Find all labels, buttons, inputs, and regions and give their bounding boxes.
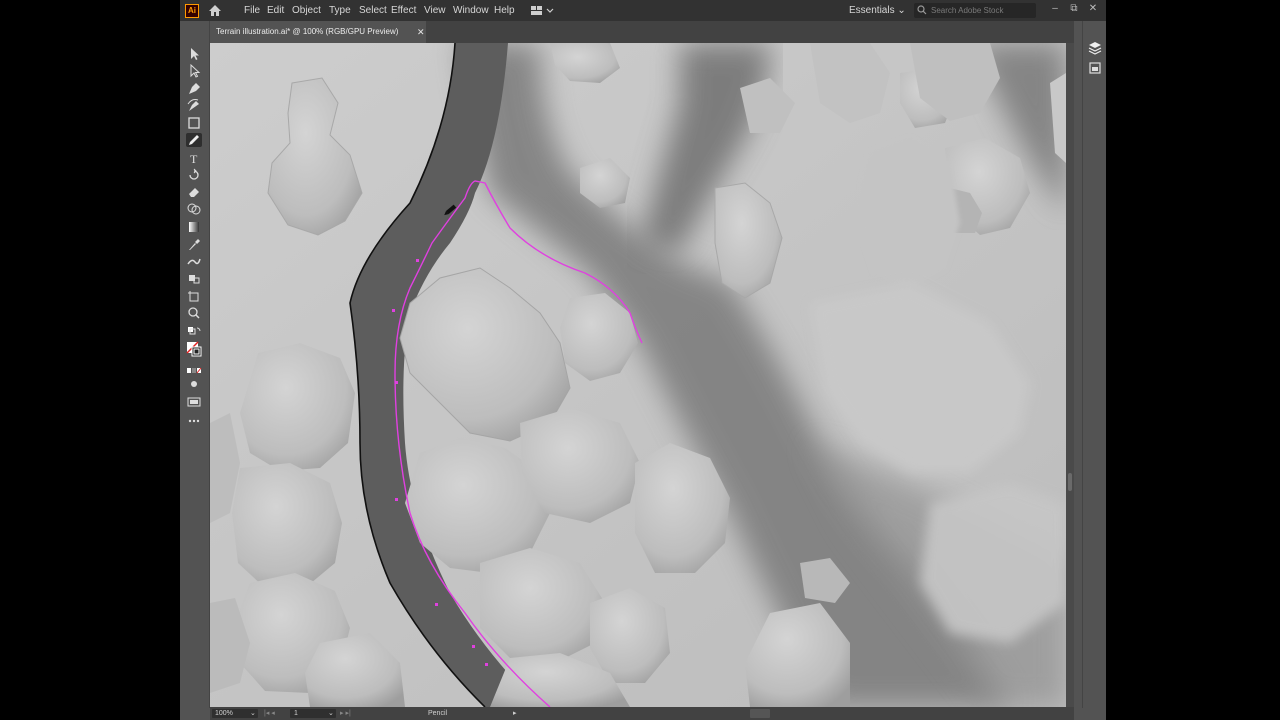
layers-icon[interactable]	[1088, 41, 1102, 55]
terrain-artwork	[210, 43, 1066, 707]
type-icon: T	[190, 152, 198, 165]
eraser-tool[interactable]	[186, 185, 202, 199]
document-tab-bar: Terrain illustration.ai* @ 100% (RGB/GPU…	[212, 21, 1074, 43]
workspace-label: Essentials	[849, 5, 895, 16]
pen-icon	[189, 83, 200, 94]
more-tools-icon[interactable]	[186, 417, 202, 425]
search-placeholder: Search Adobe Stock	[931, 6, 1004, 15]
minimize-button[interactable]: –	[1048, 2, 1062, 16]
puppet-warp-tool[interactable]	[186, 254, 202, 268]
fill-stroke-swatch[interactable]	[186, 341, 202, 359]
shape-builder-icon	[187, 203, 201, 215]
direct-selection-tool[interactable]	[186, 64, 202, 78]
color-mode-icon[interactable]	[186, 366, 202, 375]
artboard-icon	[188, 291, 199, 302]
document-tab-title: Terrain illustration.ai* @ 100% (RGB/GPU…	[216, 27, 399, 36]
artboard-number: 1	[294, 710, 298, 717]
libraries-icon[interactable]	[1088, 61, 1102, 75]
rotate-tool[interactable]	[186, 168, 202, 182]
curvature-tool[interactable]	[186, 98, 202, 112]
search-icon	[917, 5, 927, 15]
artboard-canvas[interactable]	[210, 43, 1066, 707]
rectangle-tool[interactable]	[186, 116, 202, 130]
shape-builder-tool[interactable]	[186, 202, 202, 216]
screen-mode-icon[interactable]	[186, 395, 202, 409]
eyedropper-icon	[189, 239, 200, 250]
scroll-thumb[interactable]	[1068, 473, 1072, 491]
status-menu-arrow-icon[interactable]: ▸	[513, 707, 517, 720]
default-colors-icon[interactable]	[186, 326, 202, 336]
document-tab[interactable]: Terrain illustration.ai* @ 100% (RGB/GPU…	[212, 21, 426, 43]
eyedropper-tool[interactable]	[186, 237, 202, 251]
pencil-tool[interactable]	[186, 133, 202, 147]
menu-edit[interactable]: Edit	[267, 4, 284, 17]
restore-button[interactable]: ⧉	[1067, 2, 1081, 16]
menu-effect[interactable]: Effect	[391, 4, 416, 17]
rectangle-icon	[188, 117, 200, 129]
app-logo: Ai	[185, 4, 199, 18]
symbol-icon	[189, 275, 200, 284]
eraser-icon	[189, 188, 199, 197]
gradient-tool[interactable]	[186, 220, 202, 234]
svg-text:T: T	[190, 152, 198, 165]
artboard-tool[interactable]	[186, 289, 202, 303]
menu-file[interactable]: File	[244, 4, 260, 17]
arrow-icon	[191, 48, 199, 60]
zoom-icon	[188, 307, 200, 319]
zoom-chevron-down-icon[interactable]: ⌄	[250, 707, 256, 720]
menu-select[interactable]: Select	[359, 4, 387, 17]
rotate-icon	[189, 168, 199, 180]
white-arrow-icon	[190, 64, 201, 78]
menu-window[interactable]: Window	[453, 4, 489, 17]
vertical-scrollbar[interactable]	[1066, 43, 1074, 707]
pen-tool[interactable]	[186, 81, 202, 95]
menu-type[interactable]: Type	[329, 4, 351, 17]
close-window-button[interactable]: ✕	[1086, 2, 1100, 16]
puppet-warp-icon	[187, 258, 201, 265]
horizontal-scroll-thumb[interactable]	[750, 709, 770, 718]
menu-bar: Ai File Edit Object Type Select Effect V…	[180, 0, 1106, 21]
prev-artboard-icon[interactable]: |◂ ◂	[264, 707, 275, 720]
selection-tool[interactable]	[186, 47, 202, 61]
menu-object[interactable]: Object	[292, 4, 321, 17]
menu-help[interactable]: Help	[494, 4, 515, 17]
gradient-icon	[189, 222, 199, 232]
chevron-down-icon: ⌄	[897, 5, 906, 16]
current-tool-label: Pencil	[428, 710, 448, 717]
workspace-switcher-icon[interactable]	[530, 4, 558, 17]
close-tab-icon[interactable]: ✕	[417, 21, 425, 43]
curvature-icon	[187, 99, 199, 111]
draw-mode-icon[interactable]	[186, 379, 202, 389]
zoom-tool[interactable]	[186, 306, 202, 320]
home-icon[interactable]	[208, 4, 222, 17]
next-artboard-icon[interactable]: ▸ ▸|	[340, 707, 351, 720]
illustrator-window: Ai File Edit Object Type Select Effect V…	[180, 0, 1106, 720]
workspace-dropdown[interactable]: Essentials ⌄	[849, 4, 906, 17]
tools-panel: T	[180, 21, 210, 708]
artboard-chevron-down-icon[interactable]: ⌄	[328, 707, 334, 720]
status-bar: 100% ⌄ |◂ ◂ 1 ⌄ ▸ ▸| Pencil ▸	[210, 707, 1074, 720]
type-tool[interactable]: T	[186, 151, 202, 165]
pencil-icon	[189, 135, 199, 145]
stock-search-input[interactable]: Search Adobe Stock	[914, 3, 1036, 18]
symbol-sprayer-tool[interactable]	[186, 271, 202, 285]
zoom-value: 100%	[215, 710, 233, 717]
menu-view[interactable]: View	[424, 4, 446, 17]
right-panel-dock	[1082, 21, 1106, 708]
